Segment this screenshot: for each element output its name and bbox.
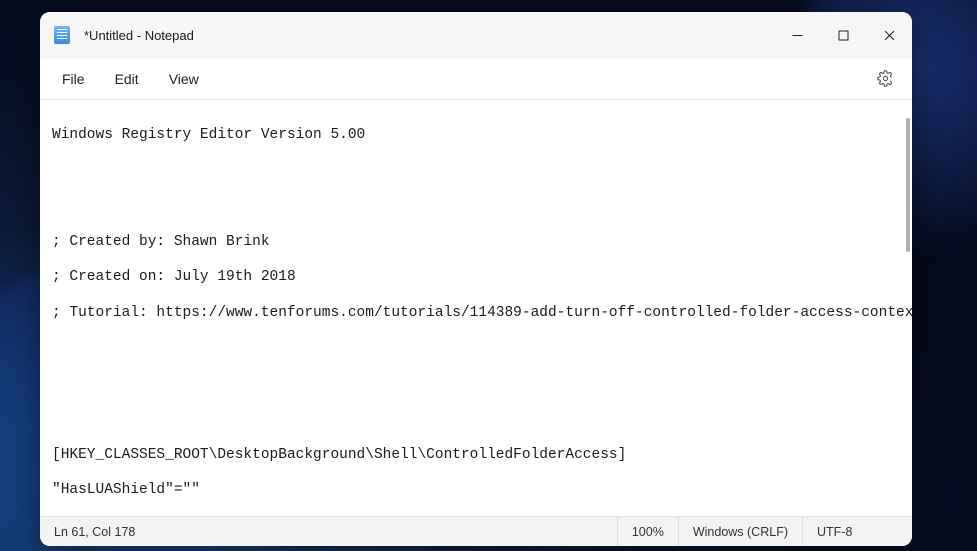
status-line-ending[interactable]: Windows (CRLF): [678, 517, 802, 546]
minimize-button[interactable]: [774, 12, 820, 58]
status-cursor-position: Ln 61, Col 178: [40, 517, 149, 546]
status-zoom[interactable]: 100%: [617, 517, 678, 546]
menubar: File Edit View: [40, 58, 912, 100]
close-icon: [884, 30, 895, 41]
menu-edit[interactable]: Edit: [103, 65, 151, 93]
close-button[interactable]: [866, 12, 912, 58]
notepad-app-icon: [54, 26, 70, 44]
menu-view[interactable]: View: [157, 65, 211, 93]
statusbar: Ln 61, Col 178 100% Windows (CRLF) UTF-8: [40, 516, 912, 546]
menu-file[interactable]: File: [50, 65, 97, 93]
scrollbar-thumb[interactable]: [906, 118, 910, 252]
notepad-window: *Untitled - Notepad File Edit View Windo…: [40, 12, 912, 546]
settings-button[interactable]: [868, 62, 902, 96]
window-controls: [774, 12, 912, 58]
status-encoding[interactable]: UTF-8: [802, 517, 912, 546]
editor-area: Windows Registry Editor Version 5.00 ; C…: [40, 100, 912, 516]
text-editor[interactable]: Windows Registry Editor Version 5.00 ; C…: [40, 100, 912, 516]
gear-icon: [877, 70, 894, 87]
titlebar[interactable]: *Untitled - Notepad: [40, 12, 912, 58]
maximize-button[interactable]: [820, 12, 866, 58]
window-title: *Untitled - Notepad: [84, 28, 194, 43]
minimize-icon: [792, 30, 803, 41]
maximize-icon: [838, 30, 849, 41]
